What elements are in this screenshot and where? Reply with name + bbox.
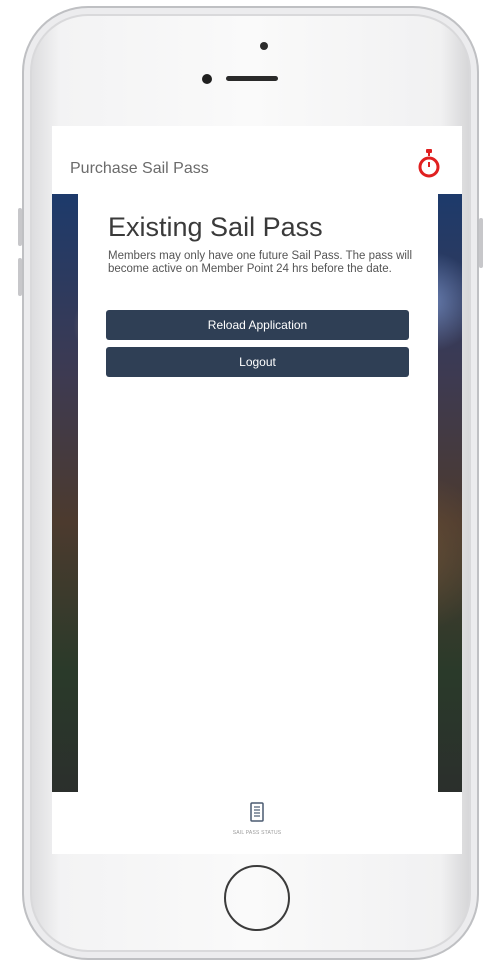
bottom-nav: SAIL PASS STATUS [52,792,462,854]
reload-application-button[interactable]: Reload Application [106,310,409,340]
app-screen: Purchase Sail Pass Existing Sail Pass Me… [52,126,462,854]
camera-icon [260,42,268,50]
speaker-grille [226,76,278,81]
power-button [479,218,483,268]
card-title: Existing Sail Pass [108,212,323,242]
existing-pass-card: Existing Sail Pass Members may only have… [78,194,438,792]
stopwatch-icon[interactable] [418,148,440,180]
front-sensor [202,74,212,84]
card-message: Members may only have one future Sail Pa… [108,250,413,275]
page-title: Purchase Sail Pass [70,160,209,177]
home-button[interactable] [224,865,290,931]
app-header: Purchase Sail Pass [52,126,462,194]
volume-down-button [18,258,22,296]
document-icon[interactable] [250,802,264,822]
volume-up-button [18,208,22,246]
logout-button[interactable]: Logout [106,347,409,377]
bottom-nav-label[interactable]: SAIL PASS STATUS [52,830,462,836]
